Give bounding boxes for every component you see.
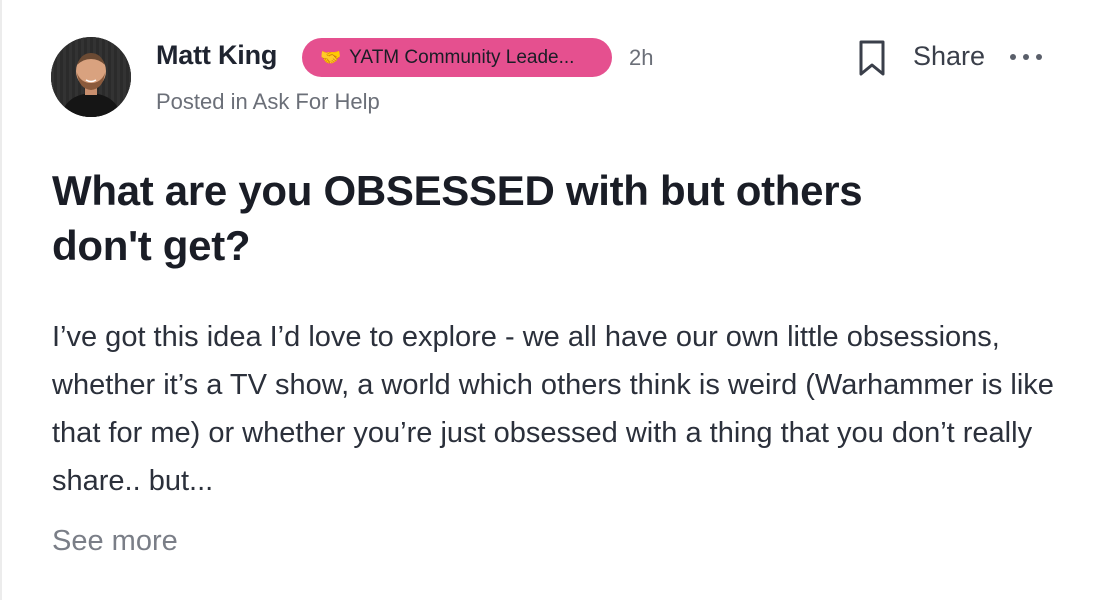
- avatar-image: [51, 37, 131, 117]
- handshake-icon: 🤝: [320, 47, 342, 67]
- avatar[interactable]: [51, 37, 131, 117]
- more-dot: [1010, 54, 1016, 60]
- more-dot: [1036, 54, 1042, 60]
- bookmark-icon[interactable]: [855, 38, 889, 78]
- more-options-icon[interactable]: [1010, 50, 1050, 64]
- see-more-link[interactable]: See more: [52, 525, 178, 558]
- author-role-badge[interactable]: 🤝 YATM Community Leade...: [302, 38, 612, 77]
- share-button[interactable]: Share: [913, 41, 985, 72]
- post-body: I’ve got this idea I’d love to explore -…: [52, 321, 1054, 497]
- badge-label: YATM Community Leade...: [349, 46, 575, 68]
- posted-in-line: Posted in Ask For Help: [156, 89, 380, 115]
- posted-in-prefix: Posted in: [156, 89, 248, 114]
- category-link[interactable]: Ask For Help: [253, 89, 380, 114]
- more-dot: [1023, 54, 1029, 60]
- post-title[interactable]: What are you OBSESSED with but others do…: [52, 163, 872, 273]
- post-card: Matt King 🤝 YATM Community Leade... 2h P…: [0, 0, 1104, 600]
- post-timestamp: 2h: [629, 45, 654, 70]
- author-name[interactable]: Matt King: [156, 40, 277, 71]
